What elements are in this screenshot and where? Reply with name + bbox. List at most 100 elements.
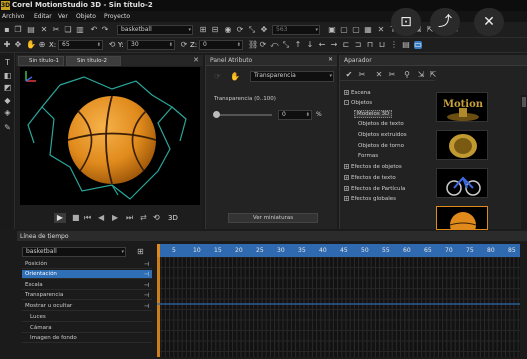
viewport-close-icon[interactable]: ✕ bbox=[193, 56, 199, 64]
left-toolbar: T ◧ ◩ ◆ ◈ ✎ bbox=[0, 53, 15, 229]
stop-icon[interactable]: ■ bbox=[72, 213, 80, 222]
text-tool-icon[interactable]: T bbox=[3, 58, 12, 67]
track-luces[interactable]: Luces bbox=[22, 313, 152, 322]
refresh-icon[interactable]: ⟳ bbox=[259, 41, 267, 49]
close-icon[interactable]: ✕ bbox=[474, 8, 504, 36]
track-camara[interactable]: Cámara bbox=[22, 324, 152, 333]
arrow-up-icon[interactable]: ↑ bbox=[294, 41, 302, 49]
arrow-right-icon[interactable]: → bbox=[330, 41, 338, 49]
tree-efectos-particula[interactable]: + Efectos de Partícula bbox=[344, 186, 405, 192]
extrude-tool-icon[interactable]: ◆ bbox=[3, 96, 12, 105]
align-center-icon[interactable]: ⊐ bbox=[354, 41, 362, 49]
transparency-value[interactable]: 0 ⬍ bbox=[278, 110, 312, 120]
library-copy-icon[interactable]: ✂ bbox=[388, 71, 396, 79]
tree-objetos-extruidos[interactable]: Objetos extruidos bbox=[358, 132, 407, 138]
attribute-panel-title: Panel Atributo ✕ bbox=[206, 55, 337, 66]
tree-escena[interactable]: + Escena bbox=[344, 90, 371, 96]
align-top-icon[interactable]: ⊓ bbox=[366, 41, 374, 49]
edit-tool-icon[interactable]: ✎ bbox=[3, 123, 12, 132]
library-toolbar: ✔ ✂ ✕ ✂ ⚲ ⇲ ⇱ bbox=[340, 68, 437, 81]
3d-view-button[interactable]: 3D bbox=[168, 214, 178, 222]
tree-objetos[interactable]: - Objetos bbox=[344, 100, 372, 106]
align-left-icon[interactable]: ⊏ bbox=[342, 41, 350, 49]
track-posicion[interactable]: Posición ⊣ bbox=[22, 260, 152, 269]
shape-tool-icon[interactable]: ◧ bbox=[3, 71, 12, 80]
timeline-keyframe-grid[interactable] bbox=[156, 256, 520, 357]
view-icon[interactable]: ▭ bbox=[414, 41, 422, 49]
timeline-header: Línea de tiempo bbox=[17, 231, 527, 241]
tree-formas[interactable]: Formas bbox=[358, 153, 378, 159]
pan-icon[interactable]: ✋ bbox=[26, 41, 36, 49]
tree-objetos-de-texto[interactable]: Objetos de texto bbox=[358, 121, 404, 127]
thumb-motion-text[interactable]: Motion bbox=[436, 92, 488, 122]
check-icon[interactable]: ✔ bbox=[345, 71, 353, 79]
tree-efectos-objetos[interactable]: + Efectos de objetos bbox=[344, 164, 402, 170]
tab-sin-titulo-1[interactable]: Sin título-1 bbox=[18, 56, 64, 66]
align-bottom-icon[interactable]: ⊔ bbox=[378, 41, 386, 49]
track-mostrar-ocultar[interactable]: Mostrar u ocultar ⊣ bbox=[22, 302, 152, 311]
x-label: X: bbox=[49, 41, 57, 49]
arrow-left-icon[interactable]: ← bbox=[318, 41, 326, 49]
library-cut-icon[interactable]: ✂ bbox=[358, 71, 366, 79]
reset-icon[interactable]: ⤺ bbox=[270, 41, 279, 49]
playhead-marker[interactable] bbox=[157, 244, 160, 257]
layout-icon[interactable]: ▤ bbox=[402, 41, 410, 49]
last-frame-icon[interactable]: ⏭ bbox=[126, 213, 133, 223]
loop-icon[interactable]: ⇄ bbox=[140, 213, 147, 222]
ruler-tick: 80 bbox=[487, 247, 495, 254]
rotate-x-icon[interactable]: ⟲ bbox=[108, 41, 116, 49]
y-input[interactable]: 30 ⬍ bbox=[127, 40, 175, 50]
x-input[interactable]: 65 ⬍ bbox=[58, 40, 103, 50]
link-icon[interactable]: ⛓ bbox=[248, 41, 258, 49]
select-arrow-icon[interactable]: ✚ bbox=[3, 41, 11, 49]
rotate-view-icon[interactable]: ⟲ bbox=[153, 213, 160, 222]
timeline-object-select[interactable]: basketball ▾ bbox=[22, 247, 126, 257]
zoom-icon[interactable]: ⊕ bbox=[38, 41, 46, 49]
hand-icon[interactable]: ✋ bbox=[230, 72, 240, 81]
basketball-model bbox=[67, 95, 157, 185]
thumb-bicycle[interactable] bbox=[436, 168, 488, 198]
arrow-down-icon[interactable]: ↓ bbox=[306, 41, 314, 49]
thumb-basketball[interactable] bbox=[436, 206, 488, 230]
tree-efectos-texto[interactable]: + Efectos de texto bbox=[344, 175, 396, 181]
track-transparencia[interactable]: Transparencia ⊣ bbox=[22, 291, 152, 300]
tree-modelos-3d[interactable]: Modelos 3D bbox=[354, 110, 393, 118]
library-export-icon[interactable]: ⇲ bbox=[417, 71, 425, 79]
track-orientacion[interactable]: Orientación ⊣ bbox=[22, 270, 152, 279]
transparency-slider-thumb[interactable] bbox=[213, 111, 220, 118]
library-delete-icon[interactable]: ✕ bbox=[375, 71, 383, 79]
thumb-gold-coin[interactable] bbox=[436, 130, 488, 160]
viewport-tabs: Sin título-1 Sin título-2 ✕ bbox=[16, 55, 203, 66]
distribute-icon[interactable]: ⋮ bbox=[390, 41, 398, 49]
transparency-slider-track[interactable] bbox=[216, 114, 272, 116]
track-escala[interactable]: Escala ⊣ bbox=[22, 281, 152, 290]
rotate-y-icon[interactable]: ⟳ bbox=[180, 41, 188, 49]
move-tool-icon[interactable]: ✥ bbox=[14, 41, 22, 49]
library-import-icon[interactable]: ⇱ bbox=[429, 71, 437, 79]
share-icon[interactable]: ⤴ bbox=[430, 8, 460, 36]
bike-icon[interactable]: ⚲ bbox=[403, 71, 411, 79]
library-scrollbar[interactable] bbox=[521, 95, 527, 229]
capture-icon[interactable]: ⊡ bbox=[391, 8, 421, 36]
transform-icon[interactable]: ⤡ bbox=[282, 41, 290, 49]
z-input[interactable]: 0 ⬍ bbox=[199, 40, 243, 50]
view-thumbnails-button[interactable]: Ver miniaturas bbox=[228, 213, 318, 223]
playback-controls: ▶ ■ ⏮ ◀ ▶ ⏭ ⇄ ⟲ 3D bbox=[16, 205, 203, 229]
lathe-tool-icon[interactable]: ◩ bbox=[3, 83, 12, 92]
play-icon[interactable]: ▶ bbox=[54, 213, 66, 223]
pointer-icon[interactable]: ☞ bbox=[214, 72, 221, 81]
timeline-options-icon[interactable]: ⊞ bbox=[137, 247, 149, 257]
timeline-ruler[interactable]: 5 10 15 20 25 30 35 40 45 50 55 60 65 70… bbox=[157, 244, 520, 257]
tab-sin-titulo-2[interactable]: Sin título-2 bbox=[66, 56, 121, 66]
prev-frame-icon[interactable]: ◀ bbox=[98, 213, 104, 222]
first-frame-icon[interactable]: ⏮ bbox=[84, 213, 91, 223]
track-imagen-fondo[interactable]: Imagen de fondo bbox=[22, 334, 152, 343]
tree-objetos-de-torno[interactable]: Objetos de torno bbox=[358, 143, 404, 149]
ruler-tick: 55 bbox=[382, 247, 390, 254]
next-frame-icon[interactable]: ▶ bbox=[112, 213, 118, 222]
transparency-label: Transparencia (0..100) bbox=[214, 96, 276, 102]
3d-scene[interactable] bbox=[20, 67, 200, 205]
tree-efectos-globales[interactable]: + Efectos globales bbox=[344, 196, 396, 202]
attribute-dropdown[interactable]: Transparencia ▾ bbox=[250, 71, 334, 82]
light-tool-icon[interactable]: ◈ bbox=[3, 108, 12, 117]
